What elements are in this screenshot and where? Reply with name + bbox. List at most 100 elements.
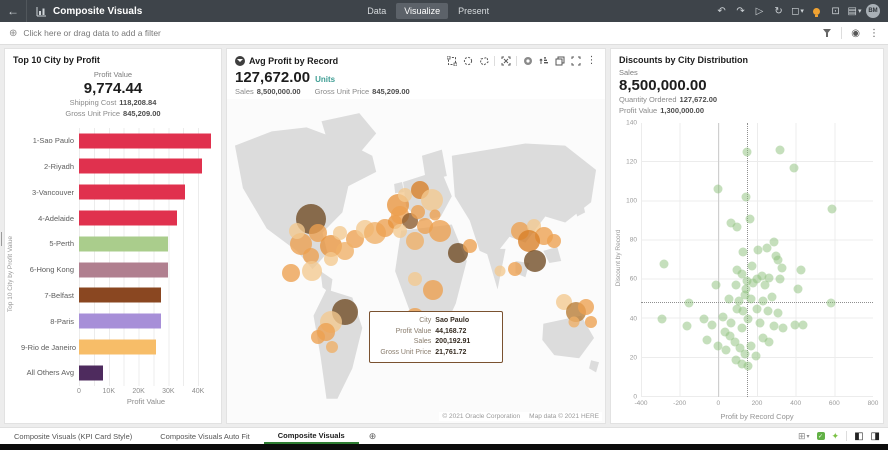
scatter-point[interactable] — [685, 298, 694, 307]
maximize-icon[interactable] — [570, 55, 581, 66]
scatter-point[interactable] — [758, 297, 767, 306]
map-bubble[interactable] — [463, 239, 477, 253]
polygon-select-icon[interactable] — [478, 55, 489, 66]
map-bubble[interactable] — [406, 232, 424, 250]
scatter-point[interactable] — [732, 222, 741, 231]
visualization-menu-icon[interactable]: ⋮ — [586, 55, 597, 66]
scatter-point[interactable] — [770, 322, 779, 331]
map-bubble[interactable] — [398, 188, 412, 202]
map-bubble[interactable] — [311, 330, 325, 344]
toggle-right-pane-icon[interactable]: ◨ — [871, 431, 880, 442]
auto-insights-icon[interactable]: ✦ — [832, 431, 840, 442]
scatter-point[interactable] — [742, 193, 751, 202]
map-bubble[interactable] — [494, 266, 505, 277]
scatter-point[interactable] — [744, 314, 753, 323]
scatter-point[interactable] — [724, 295, 733, 304]
scatter-point[interactable] — [762, 244, 771, 253]
map-bubble[interactable] — [429, 220, 451, 242]
scatter-point[interactable] — [774, 308, 783, 317]
bar[interactable] — [79, 185, 185, 200]
present-window-icon[interactable]: ⊡ — [828, 3, 843, 19]
marquee-select-icon[interactable] — [446, 55, 457, 66]
scatter-point[interactable] — [722, 346, 731, 355]
scatter-point[interactable] — [799, 320, 808, 329]
map-bubble[interactable] — [423, 280, 443, 300]
scatter-point[interactable] — [752, 351, 761, 360]
scatter-point[interactable] — [776, 275, 785, 284]
map-bubble[interactable] — [578, 299, 594, 315]
bar[interactable] — [79, 211, 177, 226]
world-map[interactable]: CitySao Paulo Profit Value44,168.72 Sale… — [227, 99, 605, 423]
back-button[interactable]: ← — [0, 0, 27, 22]
canvas-tab-auto-fit[interactable]: Composite Visuals Auto Fit — [146, 428, 264, 444]
canvas-settings-icon[interactable]: ◉ — [851, 28, 860, 39]
scatter-point[interactable] — [768, 293, 777, 302]
filter-indicator-icon[interactable] — [235, 56, 245, 66]
map-bubble[interactable] — [585, 316, 597, 328]
bar[interactable] — [79, 340, 156, 355]
scatter-point[interactable] — [731, 281, 740, 290]
map-bubble[interactable] — [289, 223, 305, 239]
scatter-point[interactable] — [755, 318, 764, 327]
bar[interactable] — [79, 365, 103, 380]
scatter-point[interactable] — [778, 263, 787, 272]
scatter-point[interactable] — [753, 246, 762, 255]
tab-data[interactable]: Data — [359, 3, 394, 19]
canvas-tab-composite-visuals[interactable]: Composite Visuals — [264, 428, 359, 444]
scatter-point[interactable] — [779, 324, 788, 333]
map-bubble[interactable] — [569, 316, 580, 327]
undo-icon[interactable]: ↶ — [714, 3, 729, 19]
scatter-point[interactable] — [763, 306, 772, 315]
scatter-point[interactable] — [744, 361, 753, 370]
bar[interactable] — [79, 236, 168, 251]
scatter-point[interactable] — [660, 259, 669, 268]
bar[interactable] — [79, 159, 202, 174]
scatter-point[interactable] — [707, 320, 716, 329]
layers-icon[interactable] — [554, 55, 565, 66]
scatter-point[interactable] — [721, 328, 730, 337]
scatter-point[interactable] — [739, 248, 748, 257]
tab-visualize[interactable]: Visualize — [396, 3, 448, 19]
map-bubble[interactable] — [524, 250, 546, 272]
filter-bar[interactable]: ⊕ Click here or drag data to add a filte… — [0, 22, 888, 45]
map-bubble[interactable] — [518, 230, 540, 252]
scatter-point[interactable] — [683, 322, 692, 331]
bar[interactable] — [79, 262, 168, 277]
color-layer-icon[interactable] — [522, 55, 533, 66]
scatter-point[interactable] — [753, 304, 762, 313]
insights-lightbulb-icon[interactable] — [809, 3, 824, 19]
scatter-point[interactable] — [790, 320, 799, 329]
scatter-point[interactable] — [764, 338, 773, 347]
scatter-point[interactable] — [776, 146, 785, 155]
save-icon[interactable]: ▤▾ — [847, 3, 862, 19]
canvas-tab-kpi-card-style[interactable]: Composite Visuals (KPI Card Style) — [0, 428, 146, 444]
redo-icon[interactable]: ↷ — [733, 3, 748, 19]
scatter-point[interactable] — [827, 298, 836, 307]
scatter-point[interactable] — [726, 318, 735, 327]
scatter-point[interactable] — [747, 342, 756, 351]
sort-icon[interactable] — [538, 55, 549, 66]
bar[interactable] — [79, 288, 161, 303]
scatter-point[interactable] — [748, 261, 757, 270]
map-bubble[interactable] — [282, 264, 300, 282]
toggle-left-pane-icon[interactable]: ◧ — [854, 431, 863, 442]
scatter-point[interactable] — [737, 324, 746, 333]
scatter-point[interactable] — [702, 336, 711, 345]
scatter-point[interactable] — [789, 163, 798, 172]
canvas-layout-icon[interactable]: ◻▾ — [790, 3, 805, 19]
bar[interactable] — [79, 314, 161, 329]
scatter-point[interactable] — [828, 204, 837, 213]
add-filter-icon[interactable]: ⊕ — [9, 28, 17, 39]
refresh-data-icon[interactable]: ↻ — [771, 3, 786, 19]
scatter-point[interactable] — [746, 214, 755, 223]
scatter-point[interactable] — [743, 148, 752, 157]
scatter-point[interactable] — [760, 281, 769, 290]
scatter-point[interactable] — [658, 314, 667, 323]
circle-select-icon[interactable] — [462, 55, 473, 66]
map-bubble[interactable] — [547, 234, 561, 248]
scatter-point[interactable] — [712, 281, 721, 290]
map-bubble[interactable] — [408, 272, 422, 286]
scatter-point[interactable] — [793, 285, 802, 294]
zoom-to-fit-icon[interactable] — [500, 55, 511, 66]
scatter-point[interactable] — [797, 265, 806, 274]
